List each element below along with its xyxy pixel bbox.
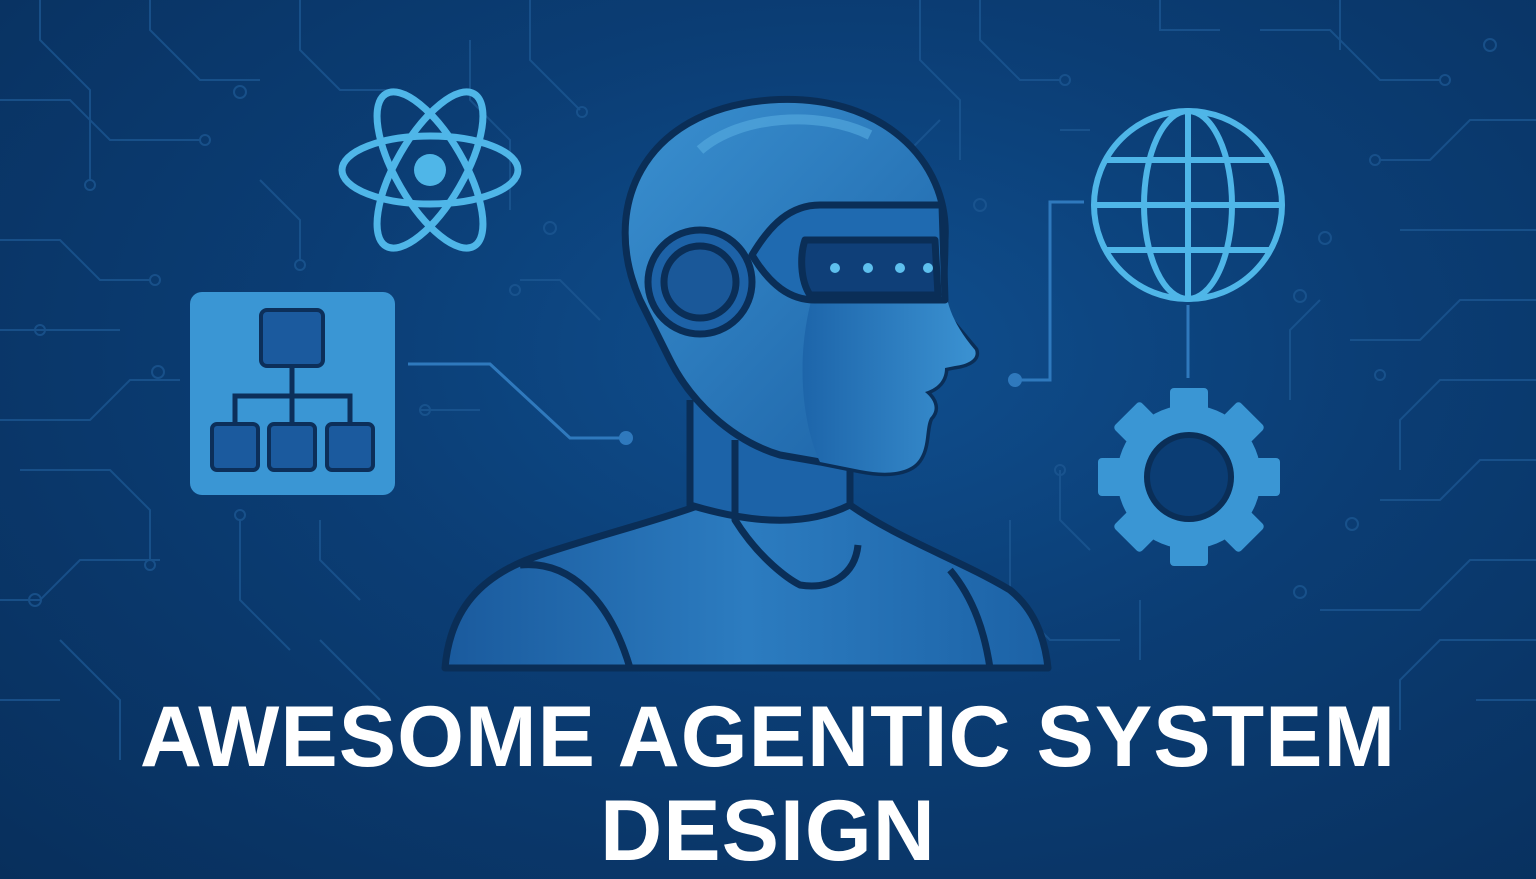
- title-line-1: AWESOME AGENTIC SYSTEM: [139, 689, 1397, 785]
- page-title: AWESOME AGENTIC SYSTEM DESIGN: [0, 690, 1536, 878]
- hierarchy-icon: [190, 292, 395, 495]
- title-line-2: DESIGN: [600, 783, 936, 879]
- gear-icon: [1098, 388, 1280, 566]
- atom-icon: [338, 88, 522, 252]
- banner: AWESOME AGENTIC SYSTEM DESIGN: [0, 0, 1536, 879]
- globe-icon: [1091, 108, 1285, 302]
- ai-robot-head-icon: [441, 95, 1052, 672]
